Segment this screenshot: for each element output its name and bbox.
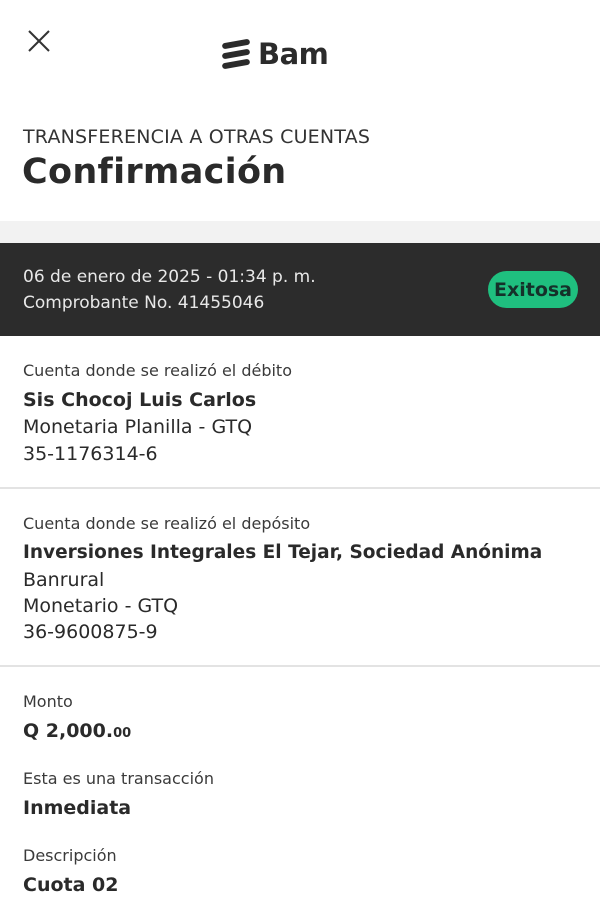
debit-account-type: Monetaria Planilla - GTQ: [23, 416, 253, 438]
deposit-label: Cuenta donde se realizó el depósito: [23, 514, 311, 533]
brand-name: Bam: [258, 37, 329, 71]
page-subtitle: TRANSFERENCIA A OTRAS CUENTAS: [23, 126, 371, 148]
debit-label: Cuenta donde se realizó el débito: [23, 361, 292, 380]
receipt-number: Comprobante No. 41455046: [23, 293, 265, 313]
brand-logo: Bam: [220, 36, 329, 72]
transaction-type-value: Inmediata: [23, 797, 132, 819]
status-badge: Exitosa: [488, 271, 578, 308]
top-bar: Bam: [0, 0, 600, 100]
debit-account-number: 35-1176314-6: [23, 443, 158, 465]
debit-holder: Sis Chocoj Luis Carlos: [23, 389, 257, 411]
deposit-holder: Inversiones Integrales El Tejar, Socieda…: [23, 542, 543, 563]
description-value: Cuota 02: [23, 874, 119, 896]
deposit-account-number: 36-9600875-9: [23, 621, 158, 643]
debit-account-section: Cuenta donde se realizó el débito Sis Ch…: [0, 336, 600, 488]
amount-label: Monto: [23, 692, 73, 711]
transaction-type-label: Esta es una transacción: [23, 769, 214, 788]
deposit-bank: Banrural: [23, 569, 105, 591]
bam-logo-icon: [222, 39, 250, 69]
transaction-date: 06 de enero de 2025 - 01:34 p. m.: [23, 267, 316, 287]
deposit-account-section: Cuenta donde se realizó el depósito Inve…: [0, 489, 600, 665]
close-icon: [28, 30, 50, 52]
section-separator: [0, 221, 600, 243]
amount-value: Q 2,000.00: [23, 720, 131, 742]
amount-main: Q 2,000.: [23, 720, 114, 742]
deposit-account-type: Monetario - GTQ: [23, 595, 179, 617]
transaction-status-bar: 06 de enero de 2025 - 01:34 p. m. Compro…: [0, 243, 600, 336]
close-button[interactable]: [24, 26, 54, 56]
transaction-details-section: Monto Q 2,000.00 Esta es una transacción…: [0, 667, 600, 916]
amount-cents: 00: [113, 726, 132, 741]
page-title: Confirmación: [22, 152, 287, 192]
description-label: Descripción: [23, 846, 117, 865]
